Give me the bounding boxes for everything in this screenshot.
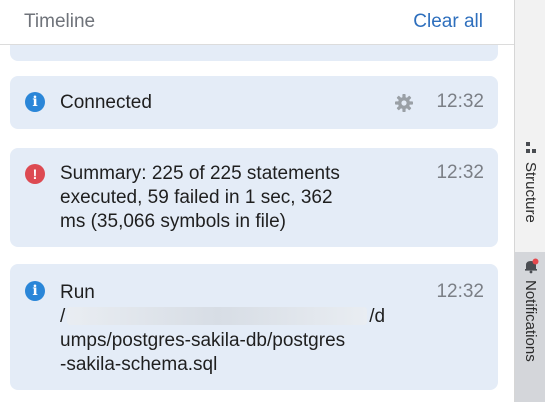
notification-text: Run / /d umps/postgres-sakila-db/postgres… bbox=[60, 281, 385, 377]
info-icon: i bbox=[25, 92, 45, 112]
right-tool-strip: Structure Notifications bbox=[514, 0, 545, 402]
timeline-header: Timeline Clear all bbox=[0, 0, 514, 45]
bell-icon bbox=[524, 258, 538, 274]
path-start: / bbox=[60, 306, 66, 327]
notification-card-run[interactable]: i Run / /d umps/postgres-sakila-db/postgr… bbox=[10, 264, 498, 390]
tab-label: Notifications bbox=[522, 280, 539, 362]
clear-all-link[interactable]: Clear all bbox=[413, 11, 483, 33]
redacted-path bbox=[67, 307, 368, 325]
info-icon: i bbox=[25, 281, 45, 301]
notification-time: 12:32 bbox=[436, 162, 484, 183]
run-path-line: umps/postgres-sakila-db/postgres bbox=[60, 330, 346, 351]
tab-notifications[interactable]: Notifications bbox=[515, 252, 545, 402]
panel-title: Timeline bbox=[24, 11, 96, 32]
summary-line: ms (35,066 symbols in file) bbox=[60, 211, 286, 232]
gear-icon[interactable] bbox=[394, 93, 414, 113]
run-line: Run bbox=[60, 282, 95, 303]
structure-icon bbox=[525, 142, 536, 153]
notification-text: Summary: 225 of 225 statements executed,… bbox=[60, 162, 340, 234]
notification-time: 12:32 bbox=[436, 91, 484, 112]
run-path-line: -sakila-schema.sql bbox=[60, 354, 218, 375]
notification-card-connected[interactable]: i Connected 12:32 bbox=[10, 76, 498, 129]
tab-structure[interactable]: Structure bbox=[515, 134, 545, 234]
notification-card-summary[interactable]: ! Summary: 225 of 225 statements execute… bbox=[10, 148, 498, 247]
summary-line: executed, 59 failed in 1 sec, 362 bbox=[60, 187, 333, 208]
summary-line: Summary: 225 of 225 statements bbox=[60, 163, 340, 184]
path-end: /d bbox=[369, 306, 386, 327]
error-icon: ! bbox=[25, 164, 45, 184]
notification-time: 12:32 bbox=[436, 281, 484, 302]
notification-text: Connected bbox=[60, 92, 152, 113]
tab-label: Structure bbox=[522, 162, 539, 223]
run-path-line: / /d bbox=[60, 305, 385, 329]
timeline-panel: Timeline Clear all i Connected 12:32 ! S… bbox=[0, 0, 514, 402]
